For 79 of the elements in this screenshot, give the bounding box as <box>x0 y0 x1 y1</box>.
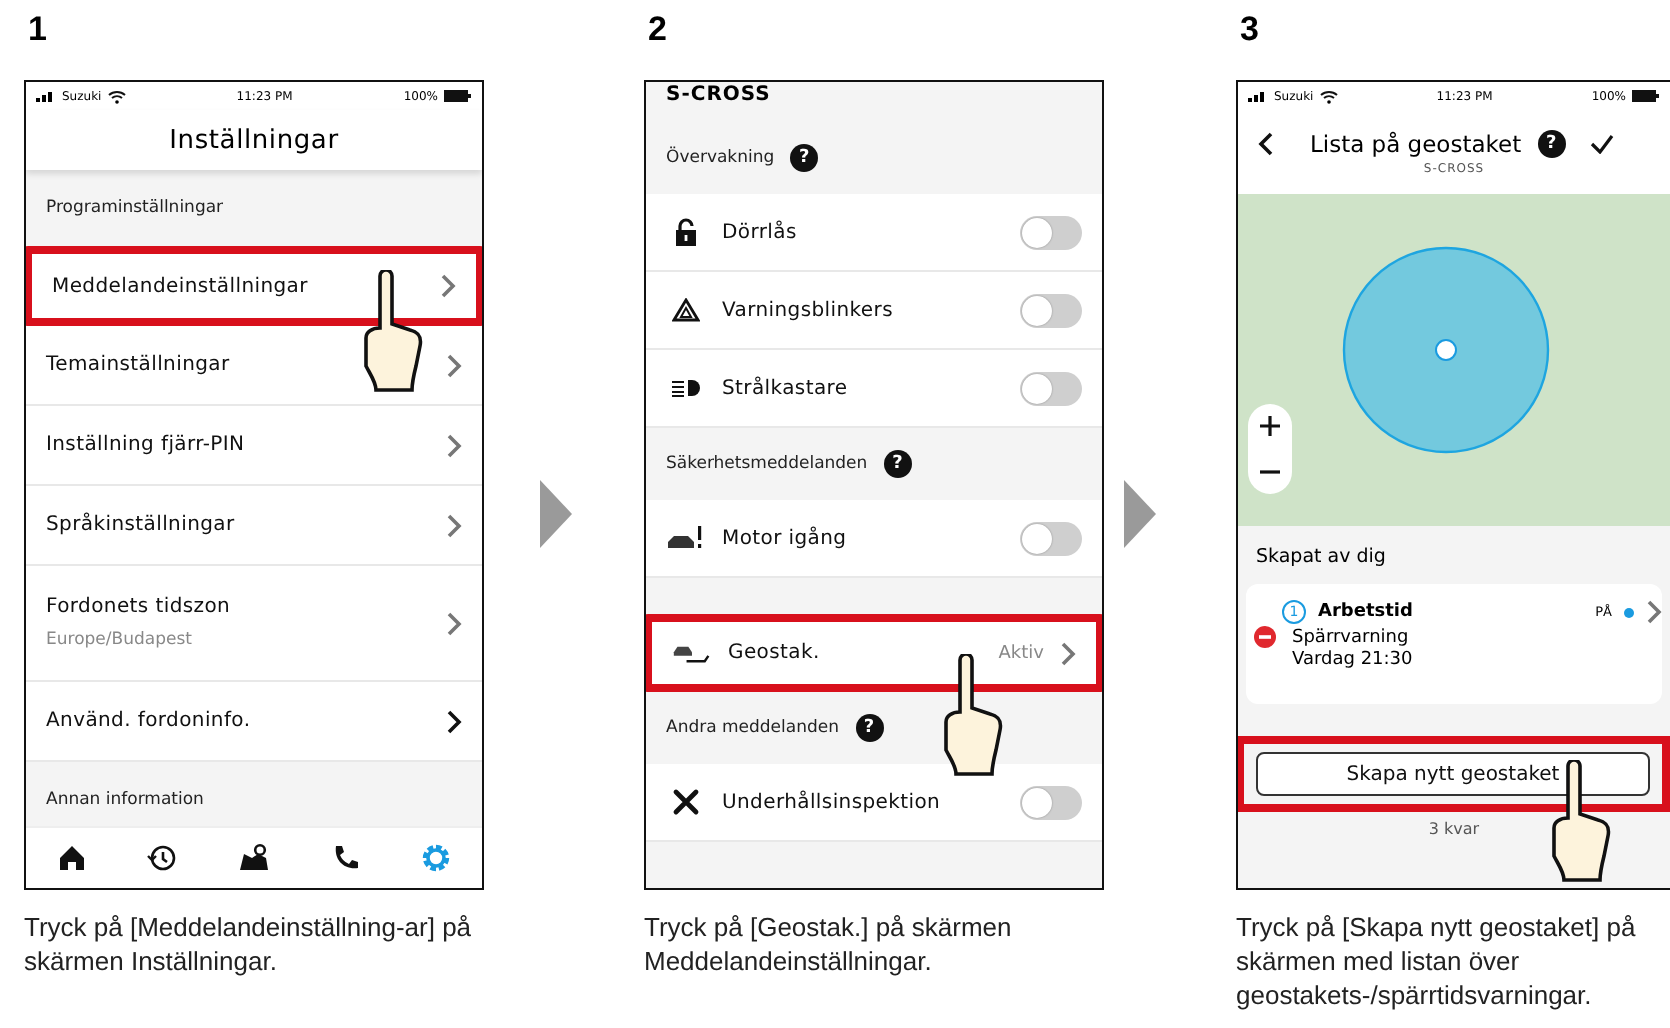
help-icon[interactable]: ? <box>1537 129 1566 157</box>
wifi-icon <box>107 89 126 103</box>
toggle-switch[interactable] <box>1020 215 1082 249</box>
battery-icon <box>444 90 472 102</box>
checkmark-icon[interactable] <box>1589 133 1614 153</box>
create-geofence-button[interactable]: Skapa nytt geostaket <box>1256 752 1650 796</box>
row-label: Meddelandeinställningar <box>52 275 308 297</box>
vehicle-name: S-CROSS <box>664 82 773 110</box>
settings-row[interactable]: Fordonets tidszon Europe/Budapest <box>26 566 482 682</box>
row-label: Inställning fjärr-PIN <box>46 434 245 456</box>
screen-title: Inställningar <box>169 125 339 155</box>
step-caption: Tryck på [Skapa nytt geostaket] på skärmen med listan över geostakets-/spärrtidsvarningar. <box>1236 910 1638 1012</box>
step-arrow-icon <box>540 480 572 548</box>
settings-row[interactable]: Meddelandeinställningar <box>26 246 482 326</box>
car-alert-icon <box>666 524 706 552</box>
settings-icon[interactable] <box>420 842 453 874</box>
setting-label: Underhållsinspektion <box>722 791 941 813</box>
home-icon[interactable] <box>55 842 88 874</box>
section-header: Säkerhetsmeddelanden <box>666 454 868 474</box>
row-label: Använd. fordoninfo. <box>46 710 251 732</box>
toggle-switch[interactable] <box>1020 293 1082 327</box>
chevron-right-icon <box>440 274 456 298</box>
chevron-right-icon <box>446 709 462 733</box>
setting-label: Dörrlås <box>722 221 797 243</box>
row-value: Europe/Budapest <box>46 630 194 650</box>
help-icon[interactable]: ? <box>883 450 912 478</box>
section-header: Annan information <box>46 790 204 810</box>
headlight-icon <box>666 378 706 398</box>
step-number: 3 <box>1238 8 1259 52</box>
screen-title: Lista på geostaket <box>1310 129 1522 157</box>
chevron-right-icon <box>446 433 462 457</box>
toggle-switch[interactable] <box>1020 785 1082 819</box>
battery-icon <box>1632 90 1660 102</box>
settings-row[interactable]: Använd. fordoninfo. <box>26 682 482 762</box>
section-header: Programinställningar <box>46 198 224 218</box>
status-value: Aktiv <box>998 643 1044 663</box>
section-header: Övervakning <box>666 148 775 168</box>
step-number: 2 <box>646 8 667 52</box>
no-entry-icon <box>1254 626 1276 648</box>
alert-type: Spärrvarning <box>1292 627 1409 647</box>
schedule-text: Vardag 21:30 <box>1290 650 1415 670</box>
map-pin-icon[interactable] <box>237 842 270 874</box>
setting-label: Varningsblinkers <box>722 299 893 321</box>
toggle-switch[interactable] <box>1020 521 1082 555</box>
step-number: 1 <box>26 8 47 52</box>
history-icon[interactable] <box>146 842 179 874</box>
step-caption: Tryck på [Meddelandeinställning-ar] på skärmen Inställningar. <box>24 910 474 978</box>
chevron-right-icon <box>446 611 462 635</box>
chevron-right-icon <box>1646 600 1662 624</box>
chevron-right-icon <box>446 513 462 537</box>
step-arrow-icon <box>1124 480 1156 548</box>
settings-row[interactable]: Inställning fjärr-PIN <box>26 406 482 486</box>
section-header: Skapat av dig <box>1254 546 1388 568</box>
warning-triangle-icon <box>666 298 706 322</box>
help-icon[interactable]: ? <box>855 714 884 742</box>
row-label: Temainställningar <box>46 354 230 376</box>
settings-row[interactable]: Språkinställningar <box>26 486 482 566</box>
row-label: Språkinställningar <box>46 514 235 536</box>
row-label: Geostak. <box>728 642 820 664</box>
signal-icon <box>36 90 56 102</box>
zoom-control[interactable] <box>1248 404 1292 494</box>
car-route-icon <box>672 641 712 665</box>
wifi-icon <box>1319 89 1338 103</box>
settings-row[interactable]: Geostak. Aktiv <box>646 614 1102 692</box>
toggle-switch[interactable] <box>1020 371 1082 405</box>
remaining-count: 3 kvar <box>1426 820 1482 838</box>
plus-icon <box>1260 416 1280 437</box>
step-caption: Tryck på [Geostak.] på skärmen Meddelandeinställningar. <box>644 910 1014 978</box>
back-icon[interactable] <box>1258 131 1274 155</box>
help-icon[interactable]: ? <box>790 144 819 172</box>
chevron-right-icon <box>446 353 462 377</box>
section-header: Andra meddelanden <box>666 718 840 738</box>
chevron-right-icon <box>1060 641 1076 665</box>
row-label: Fordonets tidszon <box>46 596 231 618</box>
settings-row[interactable]: Temainställningar <box>26 326 482 406</box>
signal-icon <box>1248 90 1268 102</box>
setting-label: Motor igång <box>722 527 847 549</box>
setting-label: Strålkastare <box>722 377 848 399</box>
geofence-name: Arbetstid <box>1318 602 1413 622</box>
